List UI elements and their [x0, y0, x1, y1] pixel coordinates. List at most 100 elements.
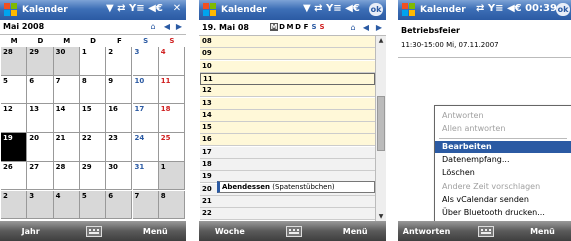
hour-slot[interactable]: 13	[200, 97, 375, 110]
status-icons[interactable]: ⇄ Y≡ ◀€ 00:39	[476, 3, 557, 14]
day-cell[interactable]: 5	[1, 75, 28, 105]
day-cell[interactable]: 29	[79, 161, 107, 191]
next-month-icon[interactable]: ▶	[174, 22, 184, 32]
day-cell[interactable]: 1	[158, 161, 186, 191]
day-cell[interactable]: 3	[132, 47, 159, 76]
hour-slot[interactable]: 10	[200, 60, 375, 73]
day-cell[interactable]: 2	[1, 190, 28, 220]
day-cell[interactable]: 6	[27, 75, 54, 105]
softkey-reply[interactable]: Antworten	[398, 227, 455, 236]
day-cell[interactable]: 30	[106, 161, 133, 191]
day-cell[interactable]: 18	[158, 104, 186, 134]
day-cell[interactable]: 25	[158, 133, 186, 162]
softkey-menu[interactable]: Menü	[514, 227, 571, 236]
hour-slot[interactable]: 12	[200, 85, 375, 98]
day-cell[interactable]: 16	[106, 104, 133, 134]
hour-slot[interactable]: 15	[200, 122, 375, 135]
day-cell[interactable]: 14	[53, 104, 80, 134]
day-cell[interactable]: 12	[1, 104, 28, 134]
day-cell[interactable]: 7	[132, 190, 159, 220]
keyboard-icon[interactable]	[86, 226, 102, 237]
windows-start-icon[interactable]	[402, 3, 415, 16]
prev-month-icon[interactable]: ◀	[162, 22, 172, 32]
day-cell[interactable]: 6	[106, 190, 133, 220]
day-cell[interactable]: 30	[53, 47, 80, 76]
weekday-label: S	[169, 37, 175, 45]
day-cell[interactable]: 3	[27, 190, 54, 220]
weekday-selector-item[interactable]: S	[318, 23, 326, 31]
hour-slot[interactable]: 08	[200, 36, 375, 48]
weekday-selector-item[interactable]: S	[310, 23, 318, 31]
hour-slot[interactable]: 09	[200, 48, 375, 61]
menu-item[interactable]: Löschen	[435, 167, 571, 179]
menu-item[interactable]: Bearbeiten	[435, 140, 571, 153]
scroll-thumb[interactable]	[377, 96, 385, 151]
day-cell[interactable]: 17	[132, 104, 159, 134]
day-cell[interactable]: 26	[1, 161, 28, 191]
day-cell[interactable]: 19	[1, 133, 28, 162]
hour-slot[interactable]: 11	[200, 72, 375, 85]
keyboard-icon[interactable]	[477, 226, 494, 237]
scroll-up-icon[interactable]: ▲	[376, 37, 386, 44]
day-cell[interactable]: 13	[27, 104, 54, 134]
weekday-selector-item[interactable]: M	[286, 23, 294, 31]
hour-slot[interactable]: 18	[200, 159, 375, 171]
menu-item[interactable]: Über Bluetooth drucken...	[435, 207, 571, 219]
softkey-year[interactable]: Jahr	[0, 227, 61, 236]
ok-button[interactable]: ok	[556, 3, 570, 16]
day-cell[interactable]: 9	[106, 75, 133, 105]
day-cell[interactable]: 15	[79, 104, 107, 134]
keyboard-icon[interactable]	[285, 226, 302, 237]
status-icons[interactable]: ▼ ⇄ Y≡ ◀€	[303, 3, 360, 14]
day-cell[interactable]: 8	[158, 190, 186, 220]
today-icon[interactable]: ⌂	[148, 22, 158, 32]
day-cell[interactable]: 20	[27, 133, 54, 162]
weekday-selector-item[interactable]: F	[302, 23, 310, 31]
weekday-selector-item[interactable]: D	[294, 23, 302, 31]
scroll-down-icon[interactable]: ▼	[376, 213, 386, 220]
day-cell[interactable]: 4	[53, 190, 80, 220]
event-time: 11:30-15:00 Mi, 07.11.2007	[401, 41, 499, 49]
prev-day-icon[interactable]: ◀	[361, 23, 371, 33]
softkey-menu[interactable]: Menü	[125, 227, 186, 236]
day-cell[interactable]: 23	[106, 133, 133, 162]
hour-slot[interactable]: 17	[200, 146, 375, 159]
day-cell[interactable]: 8	[79, 75, 107, 105]
next-day-icon[interactable]: ▶	[374, 23, 384, 33]
day-cell[interactable]: 1	[79, 47, 107, 76]
hour-slot[interactable]: 14	[200, 109, 375, 122]
windows-start-icon[interactable]	[203, 3, 216, 16]
softkey-menu[interactable]: Menü	[324, 227, 386, 236]
day-cell[interactable]: 31	[132, 161, 159, 191]
hour-slot[interactable]: 22	[200, 208, 375, 221]
close-button[interactable]: ✕	[171, 3, 183, 15]
day-cell[interactable]: 4	[158, 47, 186, 76]
ok-button[interactable]: ok	[369, 3, 383, 16]
day-cell[interactable]: 28	[1, 47, 28, 76]
day-cell[interactable]: 27	[27, 161, 54, 191]
vertical-scrollbar[interactable]: ▲ ▼	[375, 36, 386, 221]
menu-item[interactable]: Datenempfang...	[435, 154, 571, 166]
weekday-selector-item[interactable]: D	[278, 23, 286, 31]
menu-item[interactable]: Als vCalendar senden	[435, 194, 571, 206]
today-icon[interactable]: ⌂	[348, 23, 358, 33]
day-cell[interactable]: 21	[53, 133, 80, 162]
day-cell[interactable]: 11	[158, 75, 186, 105]
status-icons[interactable]: ▼ ⇄ Y≡ ◀€	[106, 3, 163, 14]
day-cell[interactable]: 10	[132, 75, 159, 105]
day-cell[interactable]: 5	[79, 190, 107, 220]
day-cell[interactable]: 24	[132, 133, 159, 162]
hour-slot[interactable]: 21	[200, 195, 375, 208]
appointment-abendessen[interactable]: Abendessen (Spatenstübchen)	[217, 181, 375, 193]
day-cell[interactable]: 28	[53, 161, 80, 191]
windows-start-icon[interactable]	[4, 3, 17, 16]
softkey-week[interactable]: Woche	[199, 227, 261, 236]
day-cell[interactable]: 7	[53, 75, 80, 105]
hour-slot[interactable]: 16	[200, 134, 375, 147]
day-cell[interactable]: 22	[79, 133, 107, 162]
day-cell[interactable]: 29	[27, 47, 54, 76]
day-cell[interactable]: 2	[106, 47, 133, 76]
weekday-selector-item[interactable]: M	[270, 23, 278, 31]
week-day-selector[interactable]: MDMDFSS	[270, 23, 326, 33]
day-number: 17	[134, 105, 145, 114]
